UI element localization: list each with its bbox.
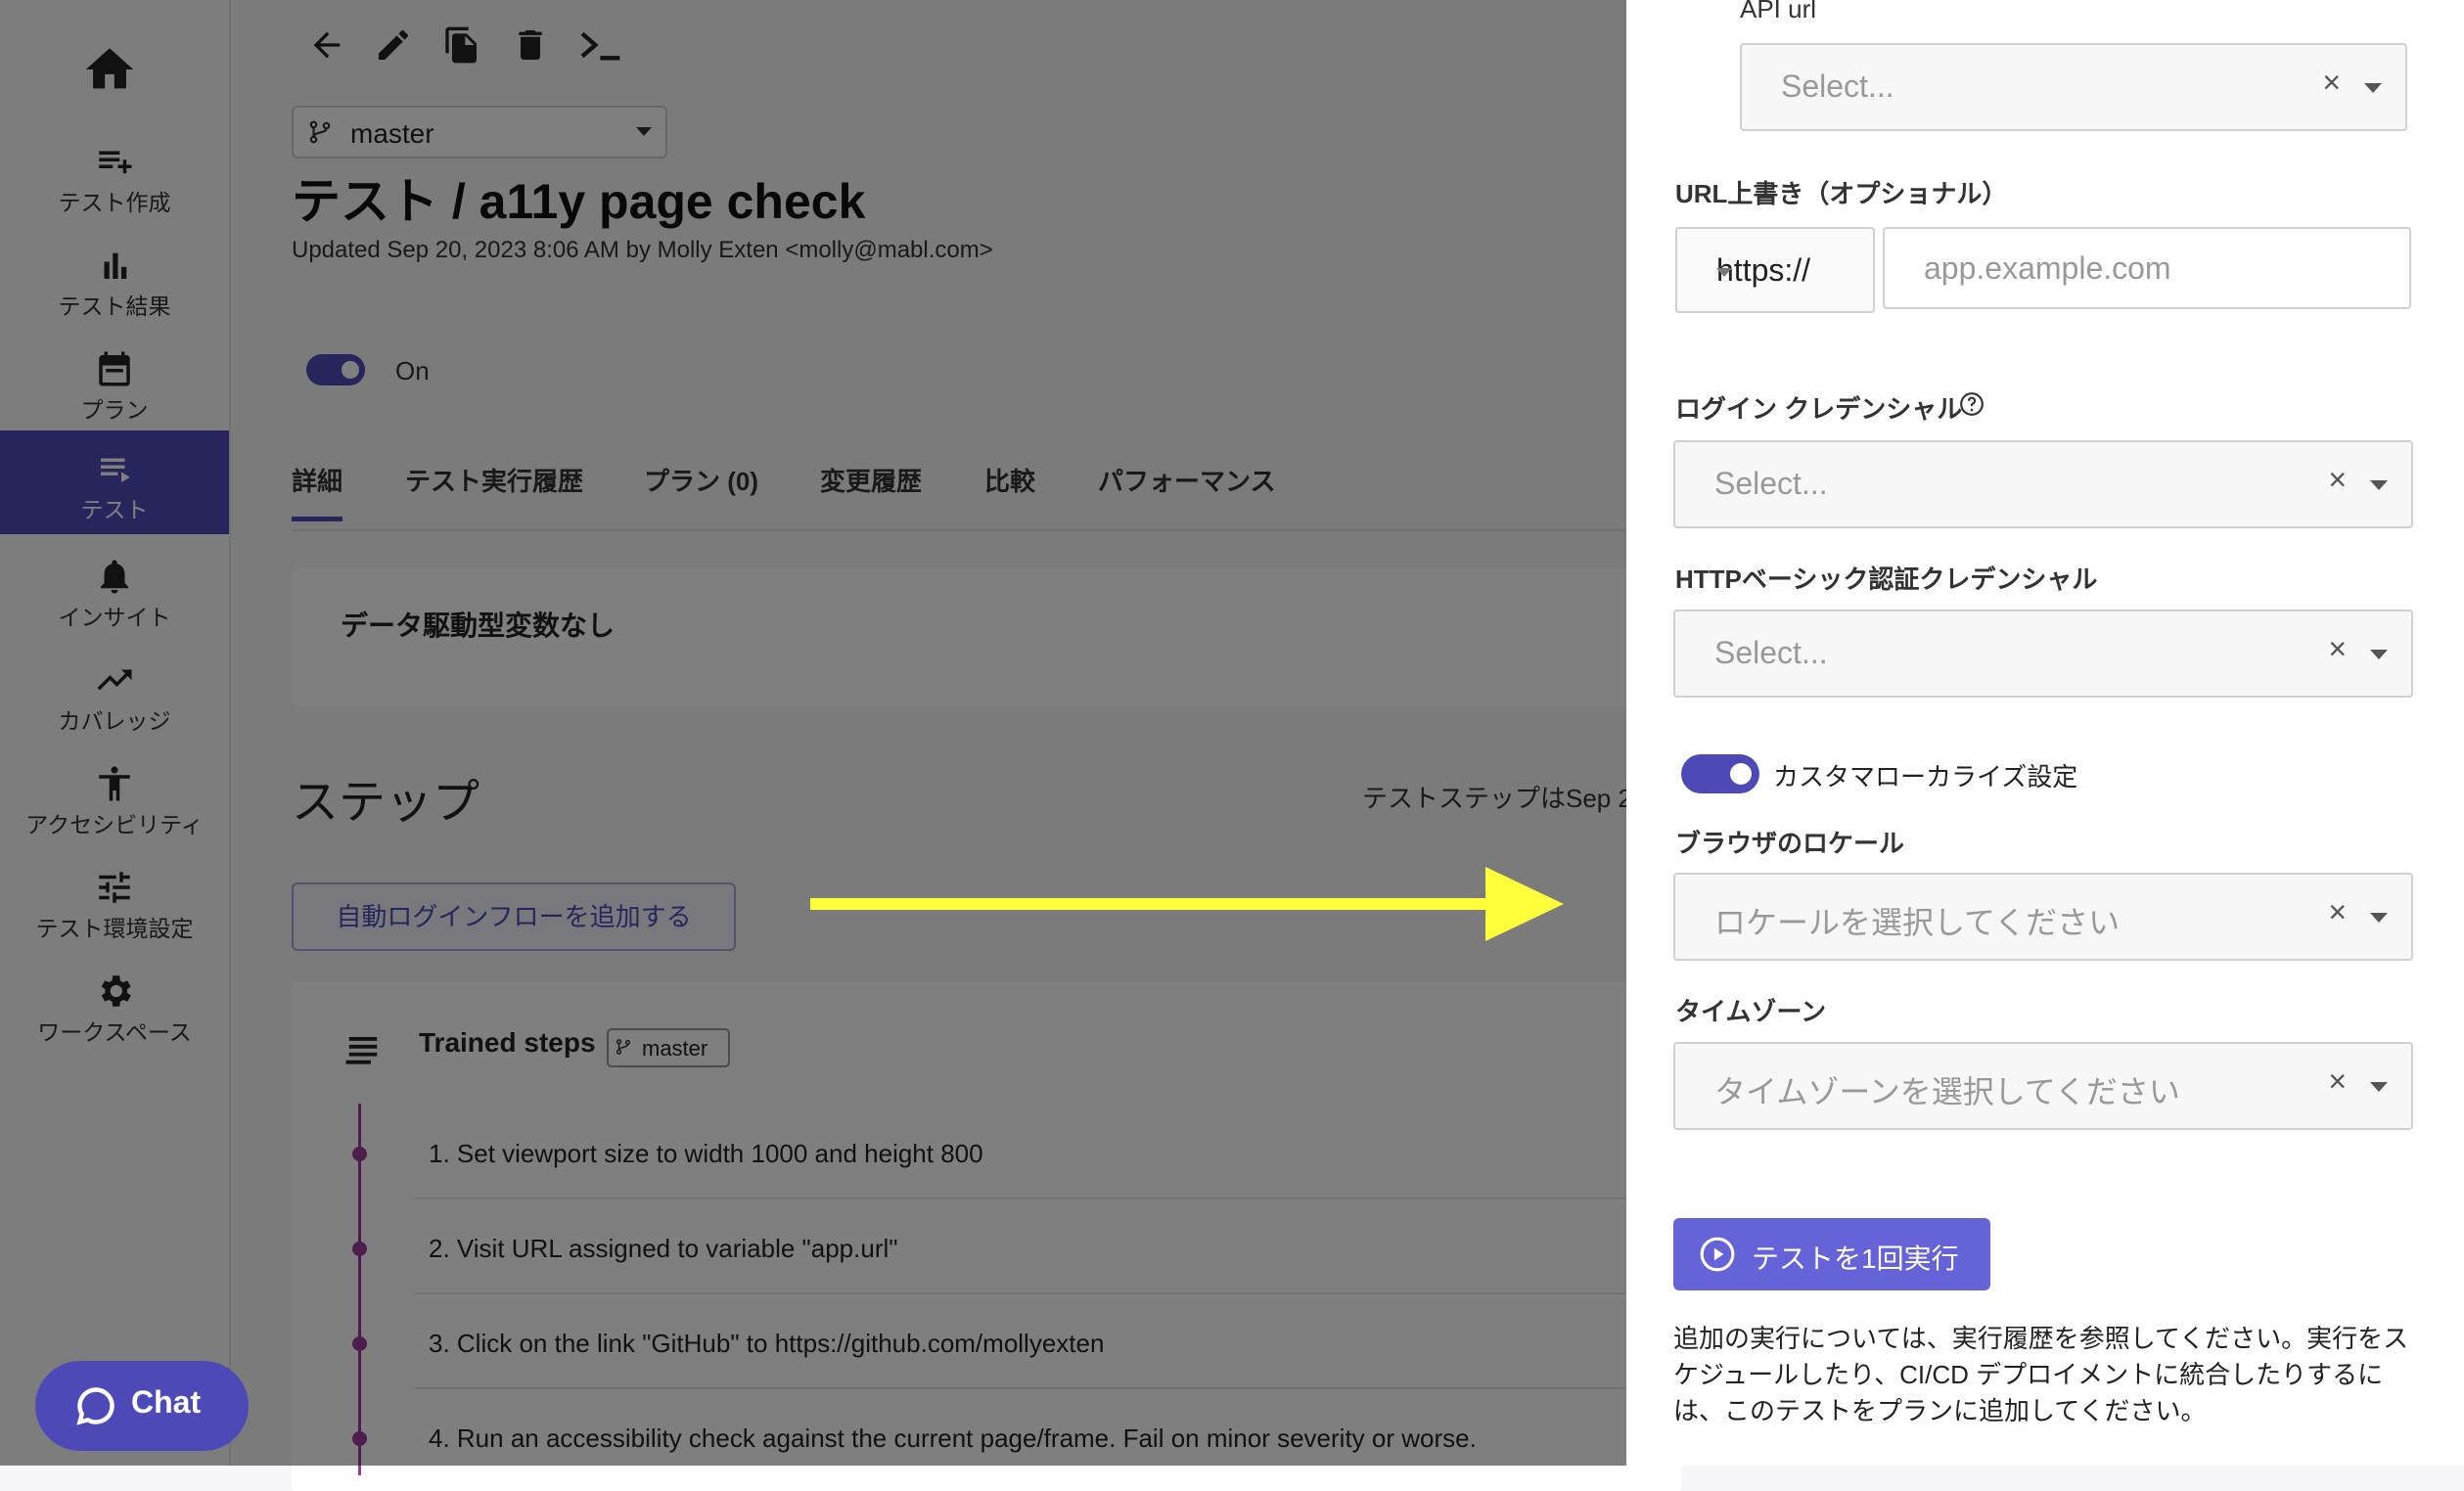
clear-icon[interactable]: × xyxy=(2328,1063,2347,1100)
chat-bubble-icon xyxy=(76,1387,114,1425)
highlight-arrow-icon xyxy=(810,867,1564,941)
chevron-down-icon[interactable] xyxy=(2370,1082,2388,1092)
toggle-knob xyxy=(1730,763,1752,785)
http-basic-label: HTTPベーシック認証クレデンシャル xyxy=(1675,565,2098,594)
custom-localize-toggle[interactable] xyxy=(1681,754,1759,793)
chevron-down-icon[interactable] xyxy=(2370,650,2388,659)
protocol-select[interactable]: https:// xyxy=(1675,227,1875,313)
browser-locale-select[interactable]: ロケールを選択してください × xyxy=(1673,873,2413,961)
http-basic-select[interactable]: Select... × xyxy=(1673,610,2413,698)
chat-button[interactable]: Chat xyxy=(35,1361,249,1451)
url-override-input[interactable] xyxy=(1883,227,2411,309)
select-placeholder: タイムゾーンを選択してください xyxy=(1714,1074,2180,1109)
help-icon[interactable] xyxy=(1959,391,1985,417)
clear-icon[interactable]: × xyxy=(2328,462,2347,498)
api-url-select[interactable]: Select... × xyxy=(1740,43,2407,131)
chevron-down-icon[interactable] xyxy=(2370,480,2388,490)
chevron-down-icon xyxy=(1716,268,1732,277)
timezone-select[interactable]: タイムゾーンを選択してください × xyxy=(1673,1042,2413,1130)
run-once-button[interactable]: テストを1回実行 xyxy=(1673,1218,1990,1290)
browser-locale-label: ブラウザのロケール xyxy=(1675,829,1905,858)
api-url-label: API url xyxy=(1740,0,1817,23)
chat-label: Chat xyxy=(131,1384,202,1420)
chevron-down-icon[interactable] xyxy=(2370,913,2388,923)
clear-icon[interactable]: × xyxy=(2322,65,2341,101)
play-circle-icon xyxy=(1700,1237,1735,1272)
login-credentials-label: ログイン クレデンシャル xyxy=(1675,394,1963,424)
custom-localize-label: カスタマローカライズ設定 xyxy=(1773,762,2078,791)
select-placeholder: Select... xyxy=(1714,466,1828,501)
chevron-down-icon[interactable] xyxy=(2364,83,2382,93)
url-override-label: URL上書き（オプショナル） xyxy=(1675,179,2008,208)
run-once-label: テストを1回実行 xyxy=(1752,1243,1959,1274)
modal-backdrop[interactable] xyxy=(0,0,1626,1466)
select-placeholder: Select... xyxy=(1781,68,1894,104)
timezone-label: タイムゾーン xyxy=(1675,997,1827,1026)
run-note: 追加の実行については、実行履歴を参照してください。実行をスケジュールしたり、CI… xyxy=(1673,1324,2409,1425)
select-placeholder: ロケールを選択してください xyxy=(1714,905,2121,940)
login-credentials-select[interactable]: Select... × xyxy=(1673,440,2413,528)
clear-icon[interactable]: × xyxy=(2328,631,2347,667)
clear-icon[interactable]: × xyxy=(2328,894,2347,930)
select-placeholder: Select... xyxy=(1714,635,1828,670)
